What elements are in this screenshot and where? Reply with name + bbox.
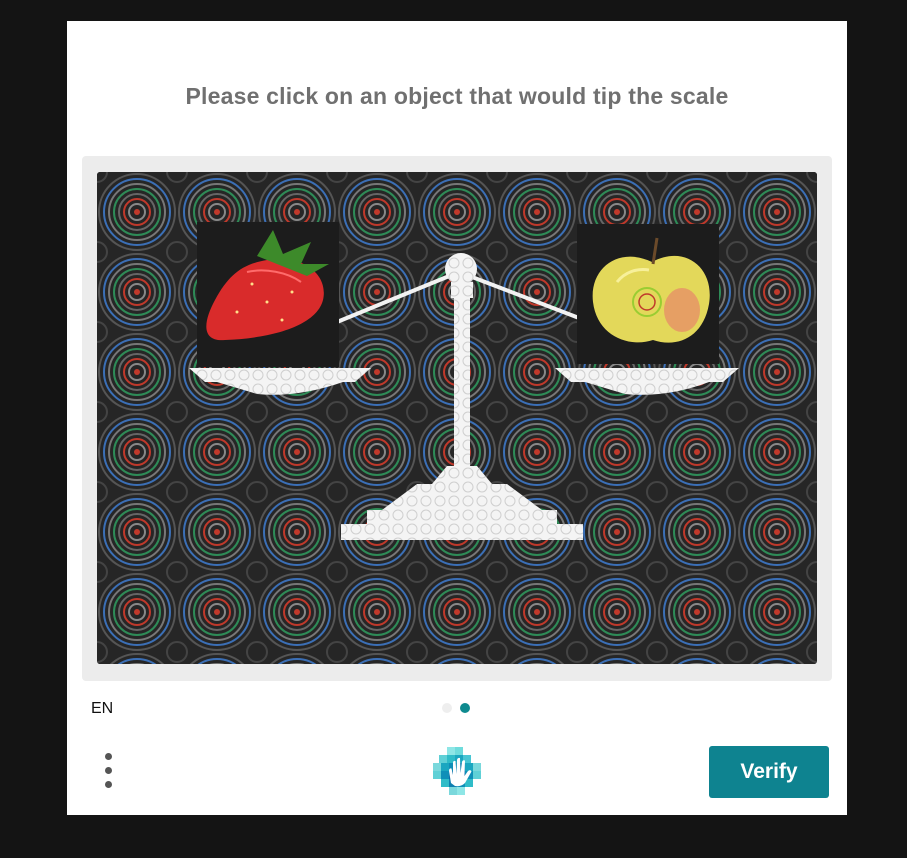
- menu-dot-icon: [105, 767, 112, 774]
- language-selector[interactable]: EN: [91, 700, 113, 718]
- challenge-prompt: Please click on an object that would tip…: [185, 83, 729, 109]
- apple-object[interactable]: [577, 224, 719, 364]
- captcha-card: Please click on an object that would tip…: [67, 21, 847, 815]
- menu-dot-icon: [105, 753, 112, 760]
- pagination-dots: [442, 703, 470, 713]
- verify-button[interactable]: Verify: [709, 746, 829, 798]
- strawberry-object[interactable]: [197, 222, 339, 367]
- page-dot-2-active[interactable]: [460, 703, 470, 713]
- hcaptcha-logo-icon: [431, 745, 483, 797]
- more-options-button[interactable]: [97, 750, 121, 792]
- challenge-image[interactable]: [97, 172, 817, 664]
- page-dot-1[interactable]: [442, 703, 452, 713]
- image-frame: [82, 156, 832, 681]
- menu-dot-icon: [105, 781, 112, 788]
